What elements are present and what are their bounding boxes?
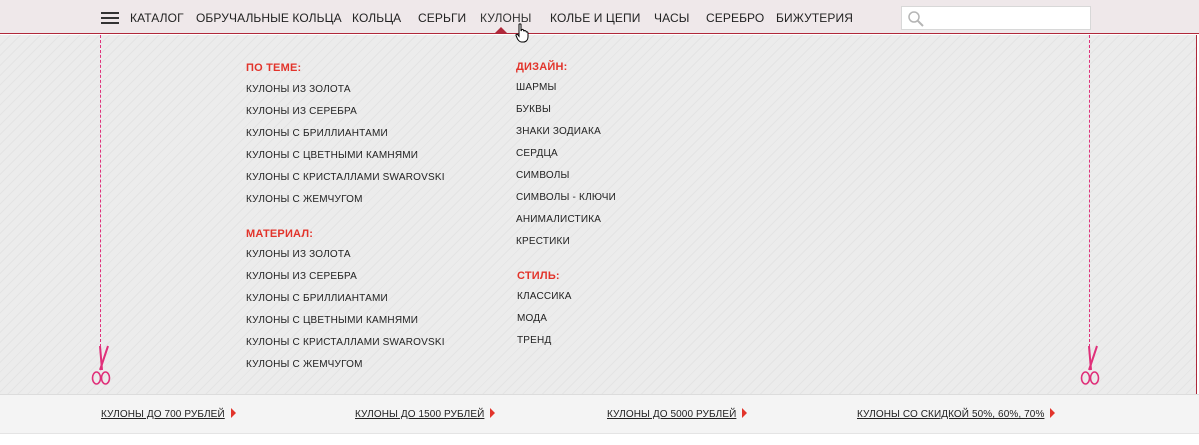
menu-link[interactable]: КУЛОНЫ ИЗ ЗОЛОТА: [246, 84, 351, 95]
menu-link[interactable]: ТРЕНД: [517, 335, 551, 346]
nav-catalog[interactable]: КАТАЛОГ: [130, 11, 184, 25]
red-arrow-icon: [230, 408, 236, 418]
price-links-bar: КУЛОНЫ ДО 700 РУБЛЕЙ КУЛОНЫ ДО 1500 РУБЛ…: [0, 394, 1199, 434]
red-arrow-icon: [490, 408, 496, 418]
price-link-label: КУЛОНЫ ДО 1500 РУБЛЕЙ: [355, 409, 485, 420]
section-heading-by-theme: ПО ТЕМЕ:: [246, 62, 302, 74]
menu-link[interactable]: МОДА: [517, 313, 547, 324]
menu-link[interactable]: КЛАССИКА: [517, 291, 572, 302]
nav-rings[interactable]: КОЛЬЦА: [352, 11, 401, 25]
menu-link[interactable]: СЕРДЦА: [516, 148, 558, 159]
red-arrow-icon: [742, 408, 748, 418]
price-link-label: КУЛОНЫ ДО 700 РУБЛЕЙ: [101, 409, 225, 420]
nav-watches[interactable]: ЧАСЫ: [654, 11, 689, 25]
nav-earrings[interactable]: СЕРЬГИ: [418, 11, 466, 25]
search-box[interactable]: [901, 6, 1091, 30]
pendants-mega-menu: ПО ТЕМЕ: КУЛОНЫ ИЗ ЗОЛОТА КУЛОНЫ ИЗ СЕРЕ…: [0, 35, 1197, 394]
menu-link[interactable]: КУЛОНЫ С КРИСТАЛЛАМИ SWAROVSKI: [246, 172, 445, 183]
menu-link[interactable]: КУЛОНЫ С ЖЕМЧУГОМ: [246, 194, 363, 205]
dashed-cut-line-left: [100, 35, 101, 347]
search-icon[interactable]: [907, 10, 925, 28]
nav-bijouterie[interactable]: БИЖУТЕРИЯ: [776, 11, 853, 25]
top-navigation: КАТАЛОГ ОБРУЧАЛЬНЫЕ КОЛЬЦА КОЛЬЦА СЕРЬГИ…: [0, 0, 1199, 34]
price-link-5000[interactable]: КУЛОНЫ ДО 5000 РУБЛЕЙ: [607, 408, 748, 420]
menu-link[interactable]: КУЛОНЫ ИЗ СЕРЕБРА: [246, 106, 357, 117]
nav-wedding-rings[interactable]: ОБРУЧАЛЬНЫЕ КОЛЬЦА: [196, 11, 342, 25]
section-heading-design: ДИЗАЙН:: [516, 61, 568, 73]
menu-link[interactable]: БУКВЫ: [516, 104, 551, 115]
scissors-icon: [91, 345, 111, 385]
red-arrow-icon: [1050, 408, 1056, 418]
menu-link[interactable]: СИМВОЛЫ - КЛЮЧИ: [516, 192, 616, 203]
search-input[interactable]: [928, 9, 1086, 27]
discount-link-label: КУЛОНЫ СО СКИДКОЙ 50%, 60%, 70%: [857, 409, 1045, 420]
menu-link[interactable]: СИМВОЛЫ: [516, 170, 570, 181]
menu-link[interactable]: КУЛОНЫ С БРИЛЛИАНТАМИ: [246, 128, 388, 139]
active-indicator-arrow: [494, 27, 508, 34]
price-link-700[interactable]: КУЛОНЫ ДО 700 РУБЛЕЙ: [101, 408, 236, 420]
dashed-cut-line-right: [1089, 35, 1090, 347]
section-heading-material: МАТЕРИАЛ:: [246, 228, 314, 240]
hand-pointer-icon: [515, 23, 529, 43]
menu-link[interactable]: КУЛОНЫ С ЖЕМЧУГОМ: [246, 359, 363, 370]
menu-link[interactable]: КУЛОНЫ С БРИЛЛИАНТАМИ: [246, 293, 388, 304]
menu-link[interactable]: КУЛОНЫ С КРИСТАЛЛАМИ SWAROVSKI: [246, 337, 445, 348]
discount-link[interactable]: КУЛОНЫ СО СКИДКОЙ 50%, 60%, 70%: [857, 408, 1056, 420]
menu-link[interactable]: ШАРМЫ: [516, 82, 557, 93]
scissors-icon: [1080, 345, 1100, 385]
nav-silver[interactable]: СЕРЕБРО: [706, 11, 764, 25]
nav-necklaces-chains[interactable]: КОЛЬЕ И ЦЕПИ: [550, 11, 640, 25]
menu-link[interactable]: КУЛОНЫ С ЦВЕТНЫМИ КАМНЯМИ: [246, 315, 418, 326]
menu-link[interactable]: КРЕСТИКИ: [516, 236, 570, 247]
price-link-label: КУЛОНЫ ДО 5000 РУБЛЕЙ: [607, 409, 737, 420]
price-link-1500[interactable]: КУЛОНЫ ДО 1500 РУБЛЕЙ: [355, 408, 496, 420]
menu-link[interactable]: КУЛОНЫ ИЗ ЗОЛОТА: [246, 249, 351, 260]
menu-link[interactable]: АНИМАЛИСТИКА: [516, 214, 601, 225]
menu-link[interactable]: КУЛОНЫ ИЗ СЕРЕБРА: [246, 271, 357, 282]
menu-link[interactable]: ЗНАКИ ЗОДИАКА: [516, 126, 601, 137]
menu-link[interactable]: КУЛОНЫ С ЦВЕТНЫМИ КАМНЯМИ: [246, 150, 418, 161]
section-heading-style: СТИЛЬ:: [517, 270, 560, 282]
hamburger-icon[interactable]: [101, 12, 119, 24]
